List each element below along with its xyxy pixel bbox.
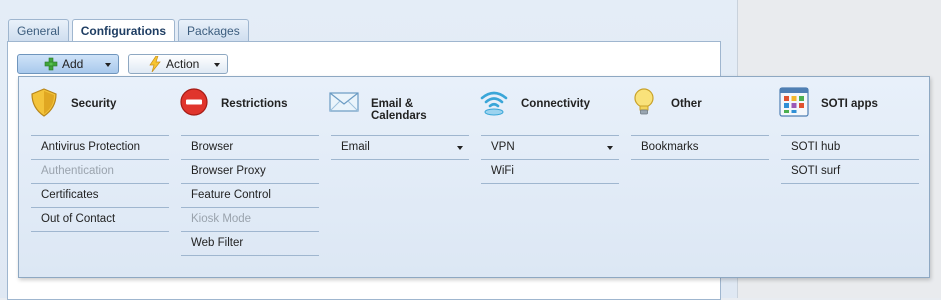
app-grid-icon (779, 87, 809, 117)
action-button[interactable]: Action (128, 54, 228, 74)
add-menu-dropdown: Security Antivirus Protection Authentica… (18, 76, 930, 278)
plus-icon (44, 57, 58, 71)
tab-strip: General Configurations Packages (8, 19, 249, 42)
menu-item-antivirus-protection[interactable]: Antivirus Protection (31, 135, 169, 159)
chevron-down-icon (607, 146, 613, 150)
tab-packages[interactable]: Packages (178, 19, 249, 41)
menu-item-kiosk-mode: Kiosk Mode (181, 207, 319, 231)
menu-item-vpn[interactable]: VPN (481, 135, 619, 159)
menu-column-title: Connectivity (521, 98, 591, 110)
menu-item-feature-control[interactable]: Feature Control (181, 183, 319, 207)
menu-item-out-of-contact[interactable]: Out of Contact (31, 207, 169, 232)
menu-item-authentication: Authentication (31, 159, 169, 183)
add-button[interactable]: Add (17, 54, 119, 74)
menu-item-vpn-label: VPN (491, 141, 515, 153)
lightning-icon (148, 55, 162, 73)
action-button-label: Action (166, 57, 200, 71)
menu-item-email-label: Email (341, 141, 370, 153)
menu-item-browser[interactable]: Browser (181, 135, 319, 159)
shield-icon (29, 87, 59, 117)
envelope-icon (329, 87, 359, 117)
menu-column-title: Restrictions (221, 98, 288, 110)
menu-item-email[interactable]: Email (331, 135, 469, 160)
menu-item-web-filter[interactable]: Web Filter (181, 231, 319, 256)
menu-column-title: SOTI apps (821, 98, 878, 110)
no-entry-icon (179, 87, 209, 117)
menu-item-soti-surf[interactable]: SOTI surf (781, 159, 919, 184)
tab-general[interactable]: General (8, 19, 69, 41)
menu-item-soti-hub[interactable]: SOTI hub (781, 135, 919, 159)
tab-configurations[interactable]: Configurations (71, 19, 176, 42)
add-button-label: Add (62, 57, 84, 71)
menu-column-title: Other (671, 98, 702, 110)
menu-column-title: Email & Calendars (371, 98, 427, 122)
menu-column-title: Security (71, 98, 117, 110)
chevron-down-icon (214, 63, 220, 67)
wifi-icon (479, 87, 509, 117)
menu-item-wifi[interactable]: WiFi (481, 159, 619, 184)
chevron-down-icon (457, 146, 463, 150)
chevron-down-icon (105, 63, 111, 67)
menu-item-bookmarks[interactable]: Bookmarks (631, 135, 769, 160)
lightbulb-icon (629, 87, 659, 117)
menu-item-browser-proxy[interactable]: Browser Proxy (181, 159, 319, 183)
menu-item-certificates[interactable]: Certificates (31, 183, 169, 207)
